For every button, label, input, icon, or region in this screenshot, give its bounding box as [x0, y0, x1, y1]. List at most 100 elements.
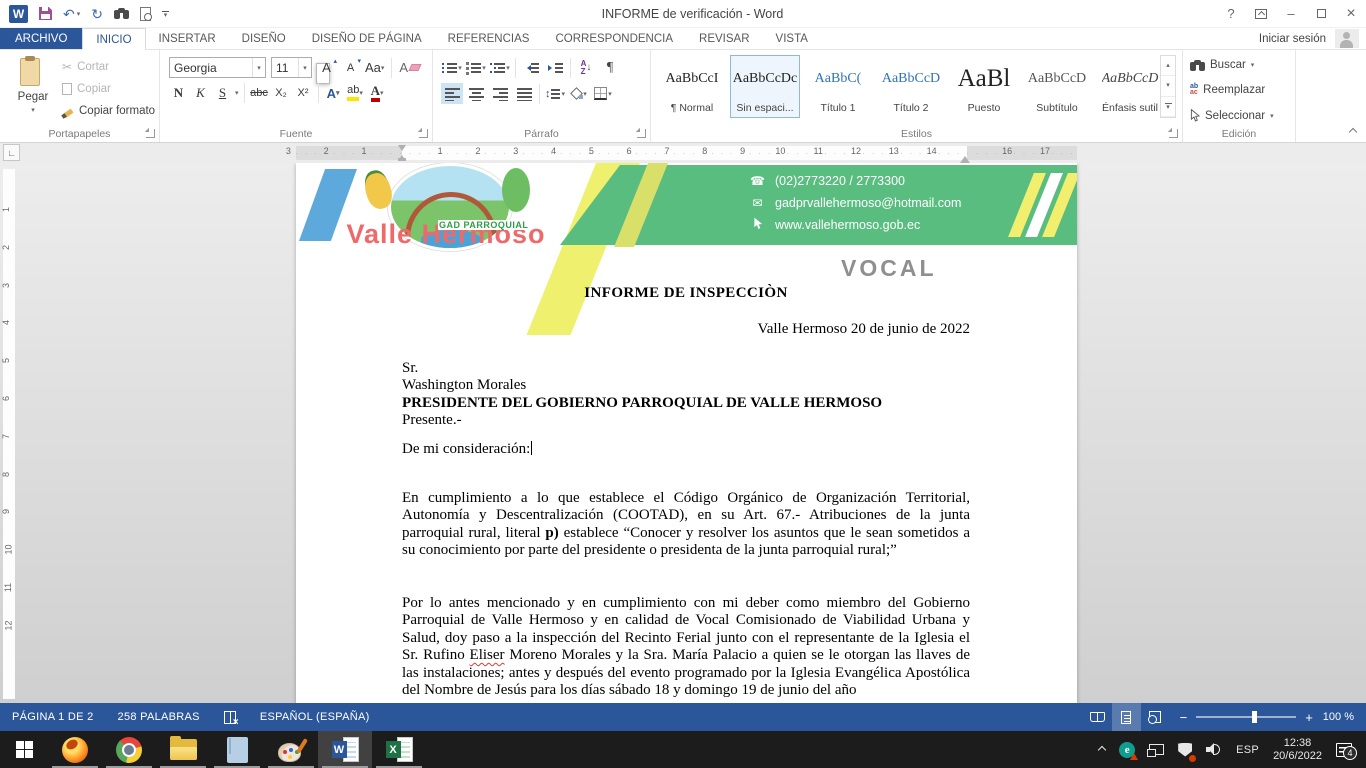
zoom-slider[interactable] — [1196, 716, 1296, 718]
ribbon-display-options-button[interactable] — [1246, 0, 1276, 27]
shrink-font-button[interactable]: A▾ — [341, 58, 360, 78]
align-left-button[interactable] — [441, 83, 463, 104]
superscript-button[interactable]: X² — [294, 83, 313, 103]
change-case-button[interactable]: Aa▾ — [365, 58, 384, 78]
shading-button[interactable]: ▾ — [568, 83, 590, 104]
page-count[interactable]: PÁGINA 1 DE 2 — [0, 703, 106, 731]
taskbar-firefox[interactable] — [48, 731, 102, 768]
decrease-indent-button[interactable] — [520, 57, 542, 78]
replace-button[interactable]: abac Reemplazar — [1190, 84, 1265, 96]
paste-button[interactable]: Pegar ▾ — [8, 56, 58, 126]
taskbar-word[interactable]: W — [318, 731, 372, 768]
tray-expand-button[interactable] — [1092, 731, 1112, 768]
text-effects-button[interactable]: A▾ — [324, 83, 343, 103]
language-status[interactable]: ESPAÑOL (ESPAÑA) — [248, 703, 382, 731]
gallery-scroll-down-button[interactable]: ▾ — [1161, 76, 1175, 96]
zoom-in-button[interactable]: + — [1305, 710, 1313, 725]
grow-font-button[interactable]: A▴ — [317, 58, 336, 78]
align-right-button[interactable] — [489, 83, 511, 104]
show-paragraph-marks-button[interactable]: ¶ — [599, 57, 621, 78]
numbering-button[interactable]: ▾ — [465, 57, 487, 78]
zoom-out-button[interactable]: − — [1180, 710, 1188, 725]
clear-formatting-button[interactable]: A — [399, 58, 420, 78]
font-color-button[interactable]: A▾ — [368, 83, 387, 103]
style-enfasis-sutil[interactable]: AaBbCcDÉnfasis sutil — [1095, 55, 1165, 118]
taskbar-excel[interactable]: X — [372, 731, 426, 768]
gallery-more-button[interactable]: ▾ — [1161, 97, 1175, 117]
save-button[interactable] — [39, 7, 52, 20]
select-button[interactable]: Seleccionar ▾ — [1190, 109, 1274, 122]
tray-network[interactable] — [1142, 731, 1171, 768]
font-dialog-launcher[interactable] — [419, 129, 428, 138]
zoom-level[interactable]: 100 % — [1323, 711, 1366, 723]
tab-vista[interactable]: VISTA — [763, 28, 821, 49]
style-titulo-2[interactable]: AaBbCcDTítulo 2 — [876, 55, 946, 118]
minimize-button[interactable]: – — [1276, 0, 1306, 27]
style-titulo-1[interactable]: AaBbC(Título 1 — [803, 55, 873, 118]
tab-diseno[interactable]: DISEÑO — [229, 28, 299, 49]
taskbar-file-explorer[interactable] — [156, 731, 210, 768]
chevron-down-icon[interactable]: ▾ — [235, 89, 239, 97]
web-layout-button[interactable] — [1141, 703, 1170, 731]
justify-button[interactable] — [513, 83, 535, 104]
highlight-button[interactable]: ab▾ — [346, 83, 365, 103]
close-button[interactable]: × — [1336, 0, 1366, 27]
undo-button[interactable]: ↶▾ — [63, 7, 80, 21]
italic-button[interactable]: K — [191, 83, 210, 103]
sign-in-area[interactable]: Iniciar sesión — [1259, 28, 1366, 49]
clipboard-dialog-launcher[interactable] — [146, 129, 155, 138]
word-app-icon[interactable]: W — [9, 5, 28, 23]
taskbar-calculator[interactable] — [210, 731, 264, 768]
start-button[interactable] — [0, 731, 48, 768]
style-puesto[interactable]: AaBlPuesto — [949, 55, 1019, 118]
find-button[interactable]: Buscar ▾ — [1190, 59, 1254, 71]
paragraph-dialog-launcher[interactable] — [637, 129, 646, 138]
font-size-select[interactable]: 11 ▾ — [271, 57, 312, 78]
sort-button[interactable]: AZ↓ — [575, 57, 597, 78]
collapse-ribbon-button[interactable] — [1349, 128, 1357, 136]
restore-button[interactable] — [1306, 0, 1336, 27]
taskbar-chrome[interactable] — [102, 731, 156, 768]
tab-referencias[interactable]: REFERENCIAS — [435, 28, 543, 49]
tab-inicio[interactable]: INICIO — [82, 28, 145, 50]
notification-center-button[interactable]: 4 — [1329, 731, 1366, 768]
font-family-select[interactable]: Georgia ▾ — [169, 57, 266, 78]
redo-button[interactable]: ↻ — [91, 7, 103, 21]
tray-security[interactable] — [1171, 731, 1199, 768]
format-painter-button[interactable]: Copiar formato — [62, 102, 155, 119]
gallery-scroll-up-button[interactable]: ▴ — [1161, 56, 1175, 76]
strikethrough-button[interactable]: abc — [250, 83, 269, 103]
style-sin-espaciado[interactable]: AaBbCcDcSin espaci... — [730, 55, 800, 118]
read-mode-button[interactable] — [1083, 703, 1112, 731]
borders-button[interactable]: ▾ — [592, 83, 614, 104]
subscript-button[interactable]: X₂ — [272, 83, 291, 103]
help-button[interactable]: ? — [1216, 0, 1246, 27]
document-title[interactable]: INFORME DE INSPECCIÒN — [402, 285, 970, 302]
clock[interactable]: 12:38 20/6/2022 — [1266, 731, 1329, 768]
tray-volume[interactable] — [1199, 731, 1229, 768]
tray-antivirus[interactable]: e — [1112, 731, 1142, 768]
increase-indent-button[interactable] — [544, 57, 566, 78]
proofing-status[interactable] — [212, 703, 248, 731]
word-count[interactable]: 258 PALABRAS — [106, 703, 212, 731]
tab-archivo[interactable]: ARCHIVO — [0, 28, 82, 49]
style-normal[interactable]: AaBbCcI¶ Normal — [657, 55, 727, 118]
recipient-block[interactable]: Sr. Washington Morales PRESIDENTE DEL GO… — [402, 360, 970, 430]
cut-button[interactable]: ✂Cortar — [62, 58, 155, 75]
copy-button[interactable]: Copiar — [62, 80, 155, 97]
bullets-button[interactable]: ▾ — [441, 57, 463, 78]
paragraph-2[interactable]: Por lo antes mencionado y en cumplimient… — [402, 595, 970, 699]
zoom-slider-thumb[interactable] — [1252, 711, 1257, 723]
tab-revisar[interactable]: REVISAR — [686, 28, 763, 49]
taskbar-paint[interactable] — [264, 731, 318, 768]
align-center-button[interactable] — [465, 83, 487, 104]
customize-qat-button[interactable]: ▾ — [162, 9, 169, 18]
document-page[interactable]: ☎ (02)2773220 / 2773300 ✉ gadprvalleherm… — [296, 163, 1077, 703]
bold-button[interactable]: N — [169, 83, 188, 103]
left-indent-marker[interactable] — [398, 158, 406, 161]
dateline[interactable]: Valle Hermoso 20 de junio de 2022 — [402, 321, 970, 338]
tab-diseno-de-pagina[interactable]: DISEÑO DE PÁGINA — [299, 28, 435, 49]
style-subtitulo[interactable]: AaBbCcDSubtítulo — [1022, 55, 1092, 118]
paragraph-1[interactable]: En cumplimiento a lo que establece el Có… — [402, 490, 970, 560]
salutation[interactable]: De mi consideración: — [402, 441, 970, 458]
